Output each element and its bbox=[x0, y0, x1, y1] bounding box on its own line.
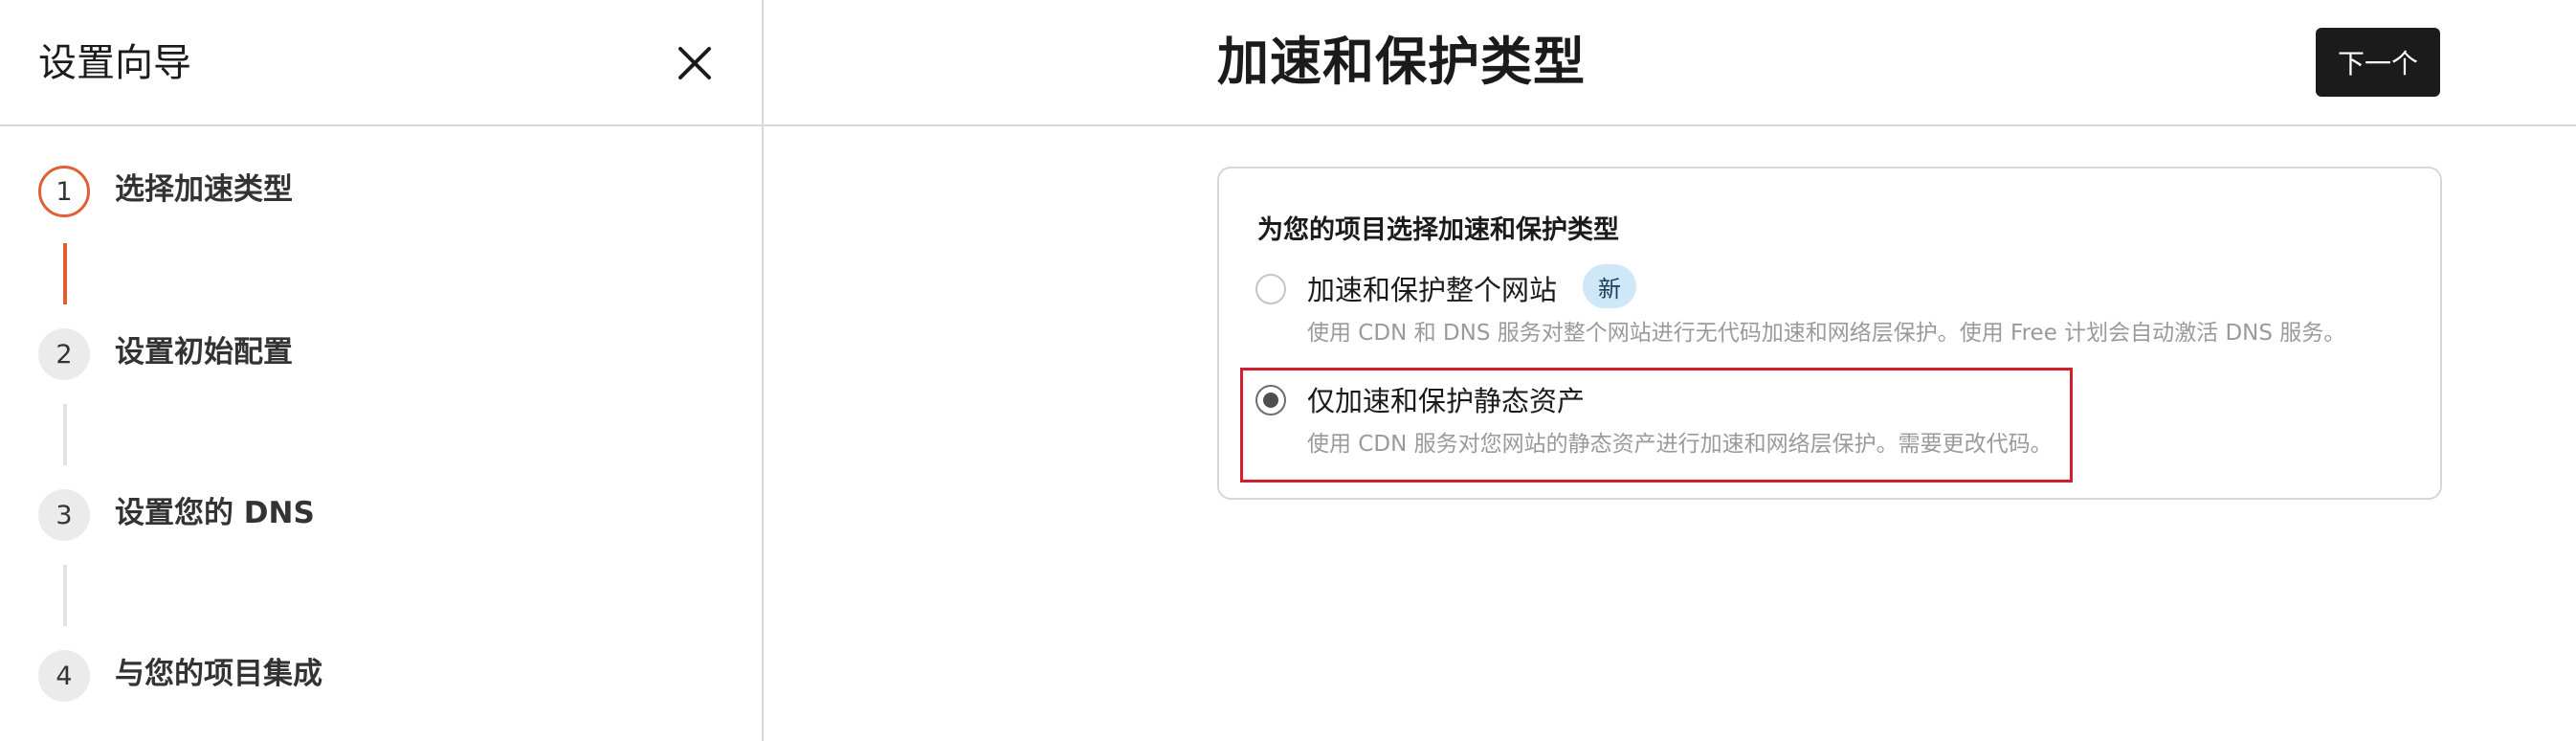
step-label: 设置初始配置 bbox=[115, 334, 293, 370]
step-number: 3 bbox=[38, 489, 90, 541]
option-label: 仅加速和保护静态资产 bbox=[1307, 385, 1586, 417]
wizard-title: 设置向导 bbox=[38, 41, 191, 85]
step-4[interactable]: 4 与您的项目集成 bbox=[38, 649, 322, 703]
new-badge: 新 bbox=[1583, 264, 1636, 308]
step-connector bbox=[63, 565, 67, 626]
option-description: 使用 CDN 服务对您网站的静态资产进行加速和网络层保护。需要更改代码。 bbox=[1307, 432, 2053, 457]
step-number: 2 bbox=[38, 328, 90, 380]
radio-static-assets[interactable] bbox=[1255, 385, 1286, 415]
option-label: 加速和保护整个网站 bbox=[1307, 274, 1558, 306]
option-description: 使用 CDN 和 DNS 服务对整个网站进行无代码加速和网络层保护。使用 Fre… bbox=[1307, 321, 2346, 346]
step-label: 选择加速类型 bbox=[115, 171, 293, 207]
step-label: 设置您的 DNS bbox=[115, 495, 315, 530]
step-number: 4 bbox=[38, 650, 90, 702]
acceleration-type-card: 为您的项目选择加速和保护类型 加速和保护整个网站 新 使用 CDN 和 DNS … bbox=[1217, 167, 2442, 500]
step-3[interactable]: 3 设置您的 DNS bbox=[38, 488, 315, 542]
step-number: 1 bbox=[38, 166, 90, 217]
step-label: 与您的项目集成 bbox=[115, 656, 322, 691]
next-button[interactable]: 下一个 bbox=[2316, 28, 2440, 97]
step-1[interactable]: 1 选择加速类型 bbox=[38, 165, 293, 218]
step-2[interactable]: 2 设置初始配置 bbox=[38, 327, 293, 381]
step-connector bbox=[63, 404, 67, 465]
main-header: 加速和保护类型 下一个 bbox=[764, 0, 2576, 126]
wizard-sidebar: 设置向导 1 选择加速类型 2 设置初始配置 3 设置您的 DNS 4 与您的项… bbox=[0, 0, 764, 741]
page-title: 加速和保护类型 bbox=[1217, 32, 1586, 92]
sidebar-header: 设置向导 bbox=[0, 0, 764, 126]
step-connector bbox=[63, 243, 67, 304]
close-icon bbox=[678, 47, 711, 79]
radio-whole-site[interactable] bbox=[1255, 274, 1286, 304]
setup-wizard: 设置向导 1 选择加速类型 2 设置初始配置 3 设置您的 DNS 4 与您的项… bbox=[0, 0, 2576, 741]
card-heading: 为您的项目选择加速和保护类型 bbox=[1257, 215, 1619, 245]
close-button[interactable] bbox=[670, 38, 720, 88]
